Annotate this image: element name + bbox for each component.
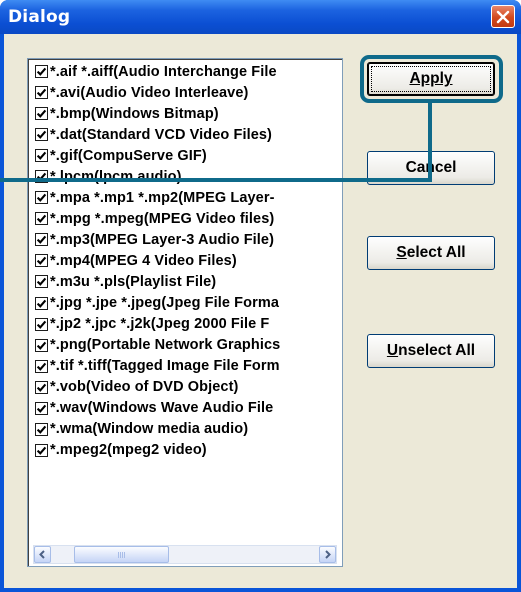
checkmark-icon <box>36 67 47 76</box>
callout-highlight-box <box>360 55 503 103</box>
checkmark-icon <box>36 404 47 413</box>
checkbox[interactable] <box>35 296 48 310</box>
list-item-label: *.wav(Windows Wave Audio File <box>50 400 274 417</box>
checkbox[interactable] <box>35 86 48 100</box>
checkmark-icon <box>36 151 47 161</box>
list-item[interactable]: *.png(Portable Network Graphics <box>35 335 342 356</box>
list-item[interactable]: *.jp2 *.jpc *.j2k(Jpeg 2000 File F <box>35 314 342 335</box>
list-item[interactable]: *.jpg *.jpe *.jpeg(Jpeg File Forma <box>35 293 342 314</box>
checkmark-icon <box>36 446 47 455</box>
window-title: Dialog <box>8 7 71 27</box>
list-item-label: *.lpcm(lpcm audio) <box>50 168 182 185</box>
list-item[interactable]: *.wma(Window media audio) <box>35 419 342 440</box>
checkmark-icon <box>36 194 47 203</box>
list-item-label: *.wma(Window media audio) <box>50 421 249 438</box>
select-all-button[interactable]: Select All <box>367 236 495 270</box>
list-item[interactable]: *.wav(Windows Wave Audio File <box>35 398 342 419</box>
checkmark-icon <box>36 383 47 392</box>
list-item-label: *.bmp(Windows Bitmap) <box>50 105 219 122</box>
checkmark-icon <box>36 299 47 308</box>
list-item[interactable]: *.mp3(MPEG Layer-3 Audio File) <box>35 229 342 250</box>
checkmark-icon <box>36 341 47 350</box>
title-bar[interactable]: Dialog <box>0 0 521 34</box>
checkbox[interactable] <box>35 359 48 373</box>
list-item[interactable]: *.tif *.tiff(Tagged Image File Form <box>35 356 342 377</box>
list-item[interactable]: *.mpeg2(mpeg2 video) <box>35 440 342 461</box>
unselect-all-button-label: Unselect All <box>386 342 476 359</box>
select-all-button-label: Select All <box>396 244 466 261</box>
checkbox[interactable] <box>35 401 48 415</box>
scroll-left-button[interactable] <box>34 546 51 563</box>
checkmark-icon <box>36 320 47 329</box>
checkbox[interactable] <box>35 422 48 436</box>
checkmark-icon <box>36 425 47 434</box>
checkmark-icon <box>36 362 47 371</box>
list-item[interactable]: *.mp4(MPEG 4 Video Files) <box>35 250 342 271</box>
list-item[interactable]: *.lpcm(lpcm audio) <box>35 166 342 187</box>
list-item[interactable]: *.aif *.aiff(Audio Interchange File <box>35 61 342 82</box>
list-item-label: *.mp4(MPEG 4 Video Files) <box>50 252 237 269</box>
checkbox[interactable] <box>35 254 48 268</box>
checkbox[interactable] <box>35 275 48 289</box>
scroll-thumb[interactable] <box>74 546 169 563</box>
list-item-label: *.png(Portable Network Graphics <box>50 337 281 354</box>
file-type-list[interactable]: *.aif *.aiff(Audio Interchange File *.avi… <box>27 58 343 567</box>
checkmark-icon <box>36 278 47 287</box>
list-item-label: *.tif *.tiff(Tagged Image File Form <box>50 358 280 375</box>
list-item-label: *.mpa *.mp1 *.mp2(MPEG Layer- <box>50 189 275 206</box>
checkbox[interactable] <box>35 128 48 142</box>
grip-icon <box>118 552 126 558</box>
checkbox[interactable] <box>35 380 48 394</box>
checkbox[interactable] <box>35 191 48 205</box>
chevron-right-icon <box>325 550 331 559</box>
checkbox[interactable] <box>35 317 48 331</box>
checkmark-icon <box>36 130 47 139</box>
list-item[interactable]: *.avi(Audio Video Interleave) <box>35 82 342 103</box>
checkbox[interactable] <box>35 107 48 121</box>
list-item-label: *.jpg *.jpe *.jpeg(Jpeg File Forma <box>50 295 279 312</box>
checkmark-icon <box>36 88 47 97</box>
list-item-label: *.mpg *.mpeg(MPEG Video files) <box>50 210 275 227</box>
list-item-label: *.aif *.aiff(Audio Interchange File <box>50 63 277 80</box>
horizontal-scrollbar[interactable] <box>33 545 337 564</box>
checkmark-icon <box>36 257 47 266</box>
unselect-all-button[interactable]: Unselect All <box>367 334 495 368</box>
list-item-label: *.mp3(MPEG Layer-3 Audio File) <box>50 231 275 248</box>
list-item[interactable]: *.mpa *.mp1 *.mp2(MPEG Layer- <box>35 187 342 208</box>
close-button[interactable] <box>491 5 515 28</box>
checkbox[interactable] <box>35 338 48 352</box>
list-item-label: *.mpeg2(mpeg2 video) <box>50 442 207 459</box>
list-item[interactable]: *.vob(Video of DVD Object) <box>35 377 342 398</box>
close-x-icon <box>496 10 510 23</box>
list-item[interactable]: *.m3u *.pls(Playlist File) <box>35 271 342 292</box>
checkmark-icon <box>36 215 47 224</box>
list-item-label: *.vob(Video of DVD Object) <box>50 379 239 396</box>
list-item-label: *.jp2 *.jpc *.j2k(Jpeg 2000 File F <box>50 316 270 333</box>
chevron-left-icon <box>39 550 45 559</box>
callout-line-vertical <box>428 103 432 182</box>
scroll-right-button[interactable] <box>319 546 336 563</box>
file-type-items: *.aif *.aiff(Audio Interchange File *.avi… <box>35 61 342 461</box>
list-item[interactable]: *.dat(Standard VCD Video Files) <box>35 124 342 145</box>
list-item-label: *.m3u *.pls(Playlist File) <box>50 273 217 290</box>
checkbox[interactable] <box>35 233 48 247</box>
list-item[interactable]: *.bmp(Windows Bitmap) <box>35 103 342 124</box>
checkmark-icon <box>36 109 47 118</box>
list-item-label: *.gif(CompuServe GIF) <box>50 147 207 164</box>
checkbox[interactable] <box>35 443 48 457</box>
checkbox[interactable] <box>35 65 48 79</box>
list-item[interactable]: *.gif(CompuServe GIF) <box>35 145 342 166</box>
list-item-label: *.dat(Standard VCD Video Files) <box>50 126 272 143</box>
list-item-label: *.avi(Audio Video Interleave) <box>50 84 249 101</box>
checkmark-icon <box>36 236 47 245</box>
callout-line-horizontal <box>0 178 432 182</box>
checkbox[interactable] <box>35 212 48 226</box>
checkbox[interactable] <box>35 149 48 163</box>
list-item[interactable]: *.mpg *.mpeg(MPEG Video files) <box>35 208 342 229</box>
